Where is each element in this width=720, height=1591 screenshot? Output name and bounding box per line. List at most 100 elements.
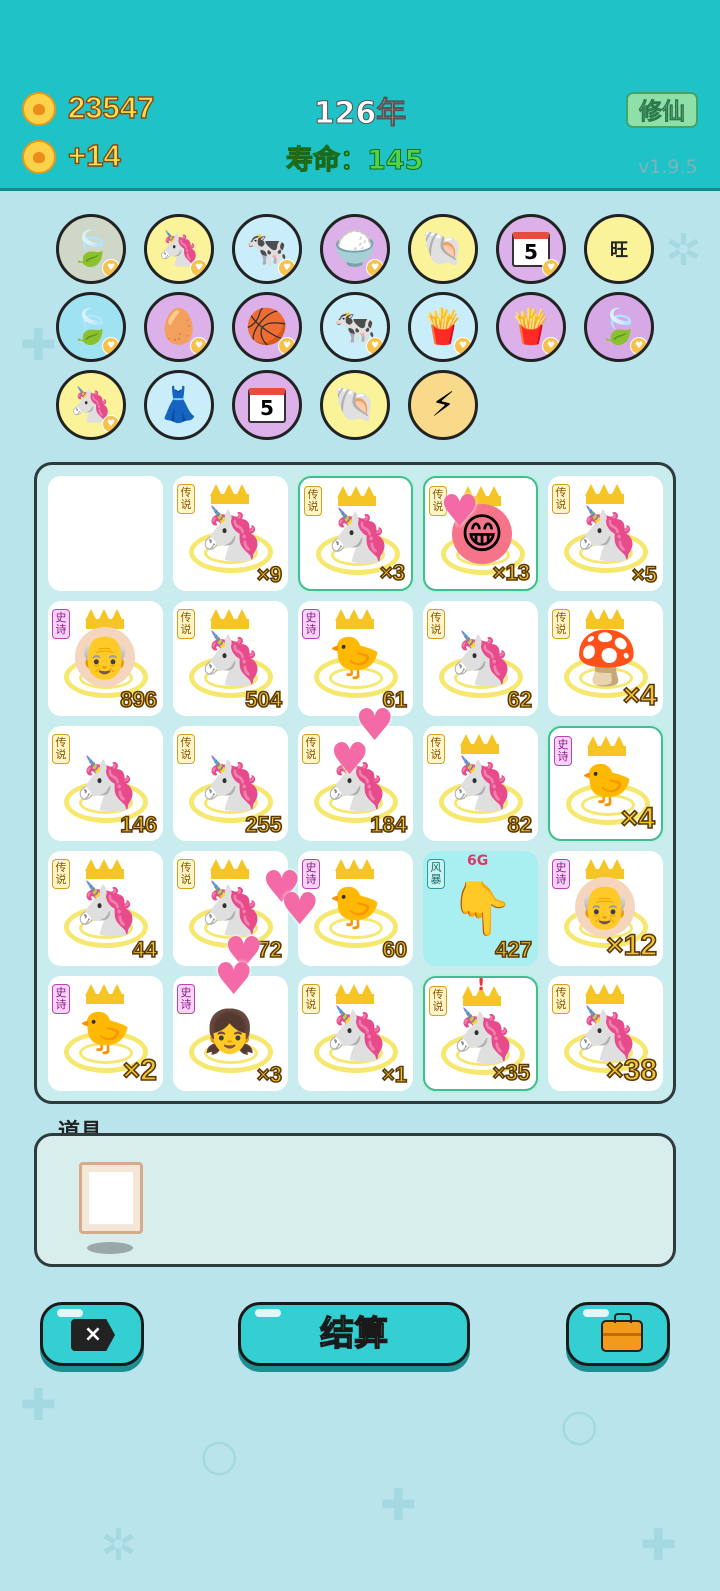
lifespan: 寿命：145: [286, 138, 424, 177]
slot-count: ×38: [605, 1053, 657, 1088]
slot-count: 146: [119, 811, 157, 838]
heart-badge-icon: ♥: [366, 259, 384, 277]
calendar-icon[interactable]: 5 ♥: [496, 214, 566, 284]
slot-unicorn[interactable]: 🦄 传说 44: [48, 851, 163, 966]
slot-count: 60: [382, 936, 408, 963]
wang-char: 旺: [610, 240, 628, 261]
heart-badge-icon: ♥: [454, 337, 472, 355]
bg-decor: ✲: [100, 1520, 137, 1571]
skirt-icon[interactable]: 👗: [144, 370, 214, 440]
basketballs-icon[interactable]: 🏀 ♥: [232, 292, 302, 362]
slot-chick[interactable]: 🐤 史诗 ×2: [48, 976, 163, 1091]
heart-effect-icon: ♥: [214, 954, 254, 1005]
shell-icon[interactable]: 🐚: [408, 214, 478, 284]
empty-slot[interactable]: [48, 476, 163, 591]
heart-badge-icon: ♥: [630, 337, 648, 355]
slot-unicorn[interactable]: 🦄 传说 ×3: [298, 476, 413, 591]
heart-badge-icon: ♥: [190, 259, 208, 277]
slot-count: ×1: [381, 1061, 408, 1088]
heart-effect-icon: ♥: [440, 486, 480, 537]
items-panel: [34, 1133, 676, 1267]
settle-button[interactable]: 结算: [238, 1302, 470, 1366]
hand-icon: 👇: [449, 879, 514, 939]
slot-unicorn[interactable]: 🦄 传说 62: [423, 601, 538, 716]
slot-unicorn[interactable]: 🦄 传说 82: [423, 726, 538, 841]
chick-icon: 🐤: [328, 632, 382, 681]
heart-badge-icon: ♥: [366, 337, 384, 355]
slot-mushroom[interactable]: 🍄 传说 ×4: [548, 601, 663, 716]
leaf-icon[interactable]: 🍃 ♥: [56, 214, 126, 284]
heart-badge-icon: ♥: [542, 337, 560, 355]
bg-decor: ✚: [380, 1480, 417, 1531]
rarity-tag: 史诗: [552, 859, 570, 889]
alert-icon: !: [477, 976, 486, 995]
settle-label: 结算: [319, 1313, 388, 1354]
slot-unicorn[interactable]: 🦄 传说 ×38: [548, 976, 663, 1091]
unicorn-icon: 🦄: [324, 1004, 389, 1064]
calendar-icon[interactable]: 5: [232, 370, 302, 440]
slot-unicorn[interactable]: 🦄 传说 146: [48, 726, 163, 841]
rarity-tag: 传说: [302, 734, 320, 764]
lightning-icon[interactable]: ⚡: [408, 370, 478, 440]
slot-oldman[interactable]: 👴 史诗 896: [48, 601, 163, 716]
cattle-pair-icon[interactable]: 🐄 ♥: [232, 214, 302, 284]
unicorn-icon[interactable]: 🦄 ♥: [56, 370, 126, 440]
item-shadow: [87, 1242, 133, 1254]
rarity-tag: 风暴: [427, 859, 445, 889]
cattle-pair-icon[interactable]: 🐄 ♥: [320, 292, 390, 362]
symbol-pool: 🍃 ♥ 🦄 ♥ 🐄 ♥ 🍚 ♥ 🐚 5 ♥ 旺 🍃 ♥ 🥚 ♥ 🏀 ♥ 🐄 ♥ 🍟 ♥ 🍟 ♥ 🍃 ♥ 🦄 ♥ 👗 5 🐚 ⚡: [0, 192, 720, 442]
leaf-icon[interactable]: 🍃 ♥: [584, 292, 654, 362]
rarity-tag: 传说: [429, 986, 447, 1016]
slot-unicorn[interactable]: 🦄 传说! ×35: [423, 976, 538, 1091]
unicorn-icon[interactable]: 🦄 ♥: [144, 214, 214, 284]
bg-decor: ○: [200, 1430, 239, 1481]
unicorn-icon: 🦄: [449, 754, 514, 814]
cultivate-button[interactable]: 修仙: [626, 92, 698, 128]
unicorn-icon: 🦄: [449, 629, 514, 689]
fries-icon[interactable]: 🍟 ♥: [496, 292, 566, 362]
unicorn-icon: 🦄: [74, 879, 139, 939]
egg-icon[interactable]: 🥚 ♥: [144, 292, 214, 362]
coin-income: +14: [67, 137, 121, 173]
rarity-tag: 传说: [52, 734, 70, 764]
slot-hand[interactable]: 👇 风暴 6G 427: [423, 851, 538, 966]
slot-unicorn[interactable]: 🦄 传说 ×1: [298, 976, 413, 1091]
slot-count: ×3: [256, 1061, 283, 1088]
slot-chick[interactable]: 🐤 史诗 61: [298, 601, 413, 716]
inventory-button[interactable]: [566, 1302, 670, 1366]
rarity-tag: 传说: [177, 484, 195, 514]
heart-effect-icon: ♥: [330, 734, 370, 785]
slot-unicorn[interactable]: 🦄 传说 504: [173, 601, 288, 716]
slot-count: 184: [369, 811, 407, 838]
heart-badge-icon: ♥: [190, 337, 208, 355]
unicorn-icon: 🦄: [199, 629, 264, 689]
rarity-tag: 史诗: [302, 609, 320, 639]
rice-bowl-icon[interactable]: 🍚 ♥: [320, 214, 390, 284]
coin-icon: [22, 140, 56, 174]
button-shine: [57, 1309, 83, 1317]
wang-tiles-icon[interactable]: 旺: [584, 214, 654, 284]
rarity-tag: 传说: [52, 859, 70, 889]
slot-unicorn[interactable]: 🦄 传说 255: [173, 726, 288, 841]
slot-count: 44: [132, 936, 158, 963]
unicorn-icon: 🦄: [574, 504, 639, 564]
slot-count: ×12: [605, 928, 657, 963]
slot-oldman[interactable]: 👴 史诗 ×12: [548, 851, 663, 966]
coin-icon: [22, 92, 56, 126]
slot-unicorn[interactable]: 🦄 传说 ×5: [548, 476, 663, 591]
slot-chick[interactable]: 🐤 史诗 ×4: [548, 726, 663, 841]
slot-count: ×5: [631, 561, 658, 588]
rarity-tag: 史诗: [177, 984, 195, 1014]
delete-button[interactable]: ×: [40, 1302, 144, 1366]
picture-frame-icon[interactable]: [79, 1162, 143, 1234]
rarity-tag: 传说: [177, 609, 195, 639]
rarity-tag: 史诗: [52, 609, 70, 639]
slot-count: ×9: [256, 561, 283, 588]
rarity-tag: 传说: [177, 859, 195, 889]
slot-unicorn[interactable]: 🦄 传说 ×9: [173, 476, 288, 591]
heart-badge-icon: ♥: [278, 259, 296, 277]
shell-icon[interactable]: 🐚: [320, 370, 390, 440]
chick-icon: 🐤: [328, 882, 382, 931]
leaf-icon[interactable]: 🍃 ♥: [56, 292, 126, 362]
fries-icon[interactable]: 🍟 ♥: [408, 292, 478, 362]
